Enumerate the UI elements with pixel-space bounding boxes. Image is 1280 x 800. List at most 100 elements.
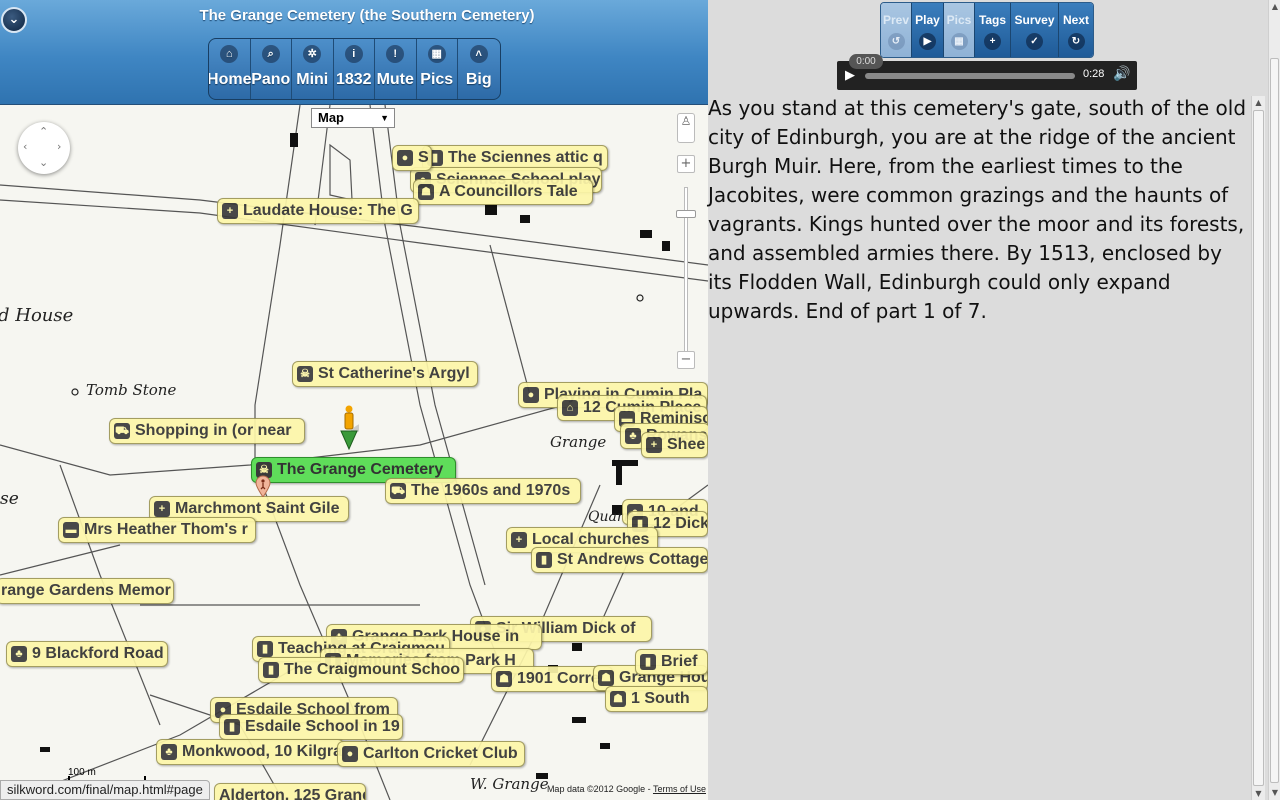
tour-next-button[interactable]: Next ↻ <box>1059 3 1093 57</box>
tour-play-button[interactable]: Play ▶ <box>912 3 944 57</box>
map-type-select[interactable]: Map ▼ <box>311 108 395 128</box>
map-pin[interactable]: ☗ A Councillors Tale <box>413 179 593 205</box>
person-icon: ☗ <box>418 184 434 200</box>
map-pin[interactable]: ▮ Esdaile School in 19 <box>219 714 403 740</box>
map-pin-label: St Catherine's Argyl <box>318 365 470 382</box>
map-pin-label: The Craigmount Schoo <box>284 661 460 678</box>
map-canvas[interactable]: d House Tomb Stone Grange Quarry se W. G… <box>0 105 708 800</box>
pan-left-icon[interactable]: ‹ <box>23 140 27 153</box>
nav-button-label: Pics <box>420 71 454 88</box>
map-attribution: Map data ©2012 Google - Terms of Use <box>547 784 706 794</box>
play-icon[interactable]: ▶ <box>845 68 855 83</box>
pan-right-icon[interactable]: › <box>57 140 61 153</box>
grid-icon: ▦ <box>427 45 446 63</box>
volume-icon[interactable]: 🔊 <box>1113 66 1130 82</box>
page-title: The Grange Cemetery (the Southern Cemete… <box>199 7 535 24</box>
map-pin-label: range Gardens Memor <box>1 582 171 599</box>
tour-pics-button[interactable]: Pics ▦ <box>944 3 975 57</box>
zoom-in-button[interactable]: + <box>677 155 695 173</box>
map-type-value: Map <box>318 110 344 125</box>
nav-button-mute[interactable]: ! Mute <box>375 39 417 99</box>
page-scrollbar-thumb[interactable] <box>1270 58 1279 783</box>
plus-icon: + <box>511 532 527 548</box>
text-scrollbar[interactable]: ▲ ▼ <box>1251 96 1265 800</box>
text-scrollbar-thumb[interactable] <box>1253 110 1264 786</box>
plus-icon: + <box>984 33 1001 50</box>
tour-button-label: Prev <box>882 13 910 27</box>
map-pin[interactable]: ⛟ Shopping in (or near <box>109 418 305 444</box>
person-icon: ☗ <box>610 691 626 707</box>
map-label-tombstone: Tomb Stone <box>86 381 177 399</box>
pan-control[interactable]: ⌃ ⌄ ‹ › <box>18 122 70 174</box>
map-pin[interactable]: ⛟ The 1960s and 1970s <box>385 478 581 504</box>
scroll-up-icon[interactable]: ▲ <box>1252 96 1265 109</box>
skull-icon: ☠ <box>297 366 313 382</box>
header-bar: ⌄ The Grange Cemetery (the Southern Ceme… <box>0 0 708 105</box>
audio-player: ▶ 0:00 0:28 🔊 <box>837 54 1137 90</box>
attribution-text: Map data ©2012 Google - <box>546 784 653 794</box>
scroll-down-icon[interactable]: ▼ <box>1252 787 1265 800</box>
nav-button-label: Pano <box>251 71 291 88</box>
map-pin[interactable]: ▮ St Andrews Cottage <box>531 547 708 573</box>
terms-link[interactable]: Terms of Use <box>653 784 706 794</box>
plus-icon: + <box>646 437 662 453</box>
nav-button-label: Mini <box>296 71 329 88</box>
pan-up-icon[interactable]: ⌃ <box>39 125 48 138</box>
map-pin[interactable]: + Laudate House: The G <box>217 198 419 224</box>
book-icon: ▮ <box>640 654 656 670</box>
tour-toolbar: Prev ↺ Play ▶ Pics ▦ Tags + Survey ✓ Next ↻ <box>880 2 1094 58</box>
tour-prev-button[interactable]: Prev ↺ <box>881 3 912 57</box>
narration-text: As you stand at this cemetery's gate, so… <box>708 96 1247 323</box>
map-label-se: se <box>0 489 19 509</box>
pegman-marker-icon[interactable] <box>339 405 359 453</box>
alert-icon: ! <box>386 45 405 63</box>
plus-icon: + <box>222 203 238 219</box>
zoom-slider-handle[interactable] <box>676 210 696 218</box>
zoom-out-button[interactable]: − <box>677 351 695 369</box>
map-pin[interactable]: ☗ 1 South <box>605 686 708 712</box>
redo-icon: ↻ <box>1067 33 1085 50</box>
map-pin-label: A Councillors Tale <box>439 183 578 200</box>
streetview-pegman-icon[interactable]: ♙ <box>677 113 695 143</box>
nav-button-home[interactable]: ⌂ Home <box>209 39 251 99</box>
gear-icon: ✲ <box>303 45 322 63</box>
map-pin[interactable]: + Shee <box>641 432 708 458</box>
map-pin[interactable]: ♣ Monkwood, 10 Kilgra <box>156 739 344 765</box>
book-icon: ▮ <box>263 662 279 678</box>
pin-icon: ● <box>397 150 413 166</box>
map-pin-label: St Andrews Cottage <box>557 551 708 568</box>
map-pin[interactable]: ▬ Mrs Heather Thom's r <box>58 517 256 543</box>
map-pin-label: S <box>418 149 429 166</box>
scroll-down-icon[interactable]: ▼ <box>1269 786 1280 800</box>
tour-survey-button[interactable]: Survey ✓ <box>1011 3 1059 57</box>
nav-button-pano[interactable]: ⌕ Pano <box>251 39 292 99</box>
tour-panel: Prev ↺ Play ▶ Pics ▦ Tags + Survey ✓ Next ↻ ▶ 0:00 … <box>708 0 1280 800</box>
map-pin[interactable]: ● Carlton Cricket Club <box>337 741 525 767</box>
map-pin[interactable]: Alderton, 125 Grange <box>214 783 366 800</box>
map-pin[interactable]: ▮ The Craigmount Schoo <box>258 657 464 683</box>
tour-button-label: Tags <box>978 13 1007 27</box>
nav-button-1832[interactable]: i 1832 <box>334 39 375 99</box>
scroll-up-icon[interactable]: ▲ <box>1269 0 1280 14</box>
tour-tags-button[interactable]: Tags + <box>975 3 1011 57</box>
nav-button-mini[interactable]: ✲ Mini <box>292 39 334 99</box>
map-pin[interactable]: ☠ St Catherine's Argyl <box>292 361 478 387</box>
page-scrollbar[interactable]: ▲ ▼ <box>1268 0 1280 800</box>
map-pin[interactable]: ♣ 9 Blackford Road <box>6 641 168 667</box>
map-pin-label: Alderton, 125 Grange <box>219 787 366 800</box>
nav-button-label: Home <box>208 71 252 88</box>
map-pin[interactable]: ▮ Brief <box>635 649 708 675</box>
person-icon: ☗ <box>598 670 614 686</box>
map-pin-label: Esdaile School in 19 <box>245 718 400 735</box>
map-pin[interactable]: ● S <box>392 145 432 171</box>
audio-progress-bar[interactable] <box>865 73 1075 79</box>
status-bar-url: silkword.com/final/map.html#page <box>0 780 210 800</box>
book-icon: ▮ <box>224 719 240 735</box>
nav-button-big[interactable]: ˄ Big <box>458 39 500 99</box>
nav-button-pics[interactable]: ▦ Pics <box>417 39 458 99</box>
pan-down-icon[interactable]: ⌄ <box>39 156 48 169</box>
map-pin-label: The Grange Cemetery <box>277 461 444 478</box>
walker-marker-icon[interactable] <box>255 475 271 497</box>
map-pin-label: 9 Blackford Road <box>32 645 164 662</box>
map-pin[interactable]: range Gardens Memor <box>0 578 174 604</box>
